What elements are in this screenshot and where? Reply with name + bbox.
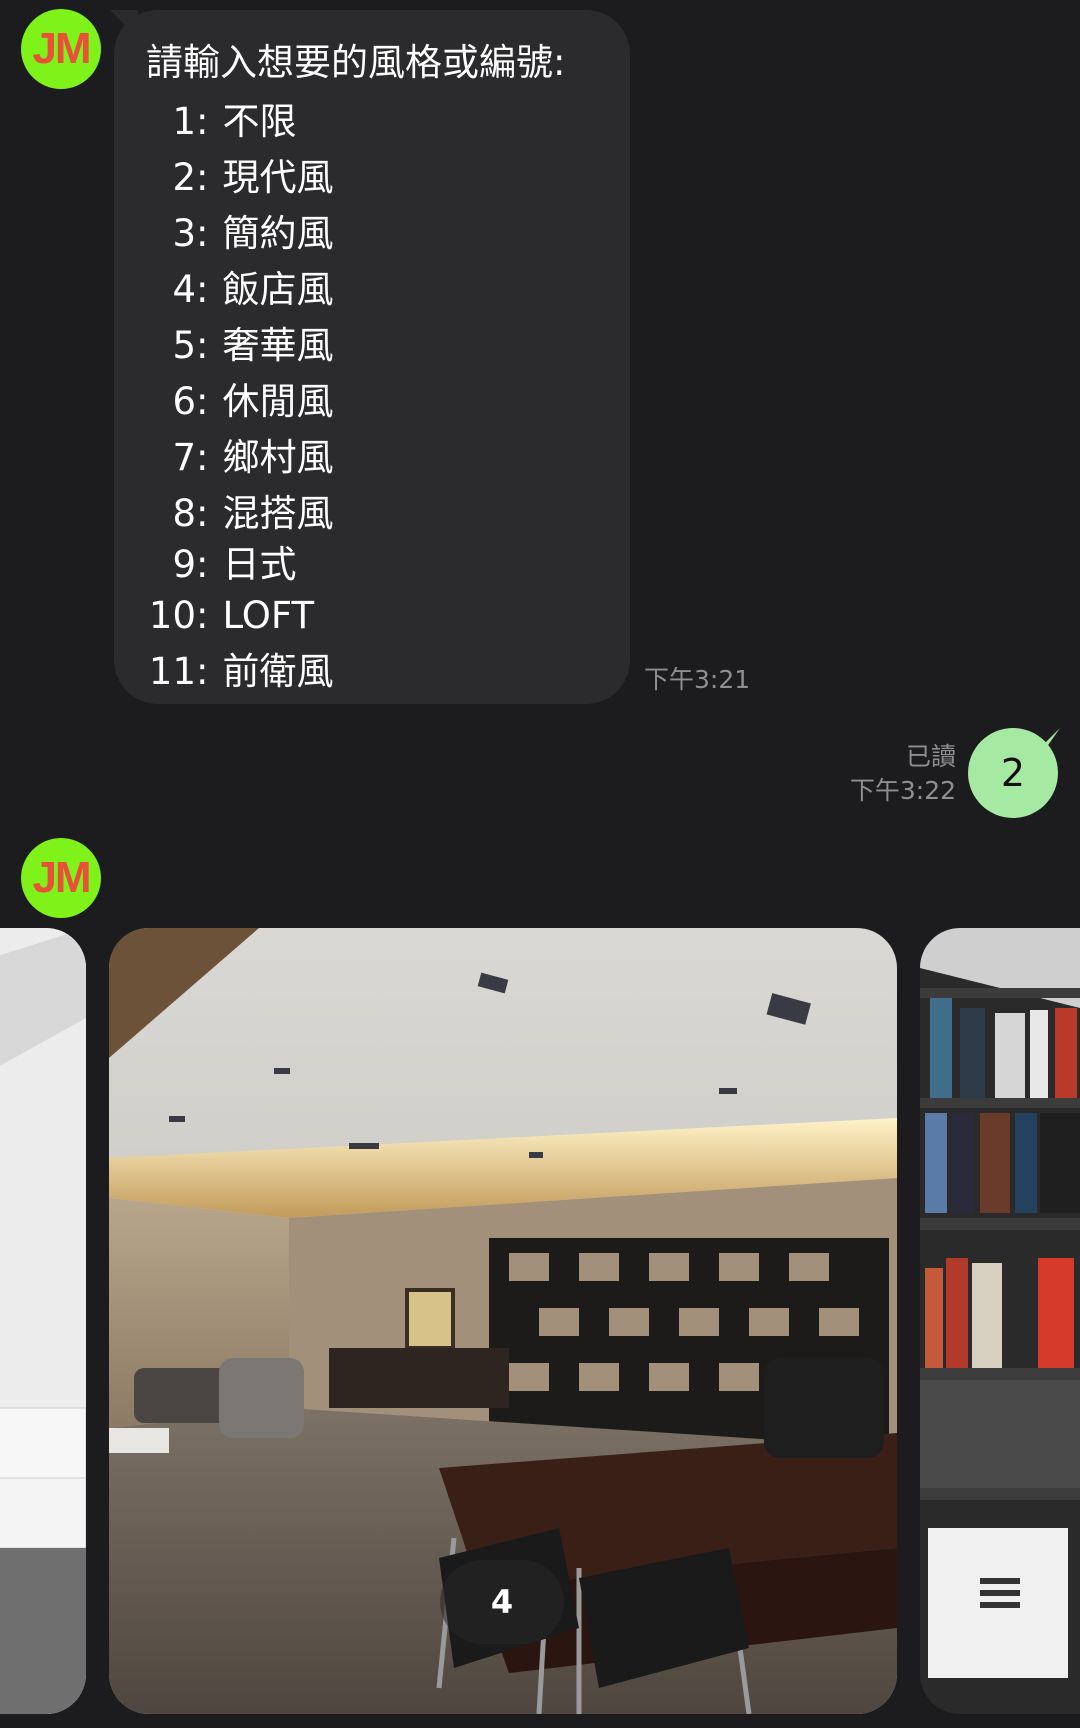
avatar-initials: JM [32,24,91,73]
incoming-message-bubble[interactable]: 請輸入想要的風格或編號: 1: 不限 2: 現代風 3: 簡約風 4: 飯店風 5: 奢華… [114,10,630,704]
interior-image [0,928,86,1714]
carousel-counter-badge: 4 [440,1560,564,1644]
outgoing-message-bubble[interactable]: 2 [968,728,1058,818]
carousel-card-previous[interactable] [0,928,86,1714]
carousel-counter-text: 4 [490,1583,514,1621]
list-item: 4: 飯店風 [172,268,334,311]
list-item: 9: 日式 [172,543,297,586]
list-item: 7: 鄉村風 [172,436,334,479]
list-item: 2: 現代風 [172,156,334,199]
bookshelf-image [920,928,1080,1714]
outgoing-text: 2 [1000,751,1026,795]
carousel-card-next[interactable] [920,928,1080,1714]
list-item: 10: LOFT [148,594,315,637]
prompt-text: 請輸入想要的風格或編號: [146,41,566,84]
avatar-initials: JM [32,853,91,902]
incoming-timestamp: 下午3:21 [644,665,751,694]
list-item: 5: 奢華風 [172,324,334,367]
bot-avatar[interactable]: JM [21,838,101,918]
list-item: 1: 不限 [172,100,297,143]
list-item: 6: 休閒風 [172,380,334,423]
list-item: 11: 前衛風 [148,650,334,693]
bot-avatar[interactable]: JM [21,9,101,89]
list-item: 3: 簡約風 [172,212,334,255]
list-item: 8: 混搭風 [172,492,334,535]
outgoing-meta: 已讀 下午3:22 [850,740,956,808]
read-receipt: 已讀 [905,742,956,771]
outgoing-timestamp: 下午3:22 [849,776,956,805]
style-options-list: 1: 不限 2: 現代風 3: 簡約風 4: 飯店風 5: 奢華風 6: 休閒風 7: 鄉村風… [146,94,630,700]
